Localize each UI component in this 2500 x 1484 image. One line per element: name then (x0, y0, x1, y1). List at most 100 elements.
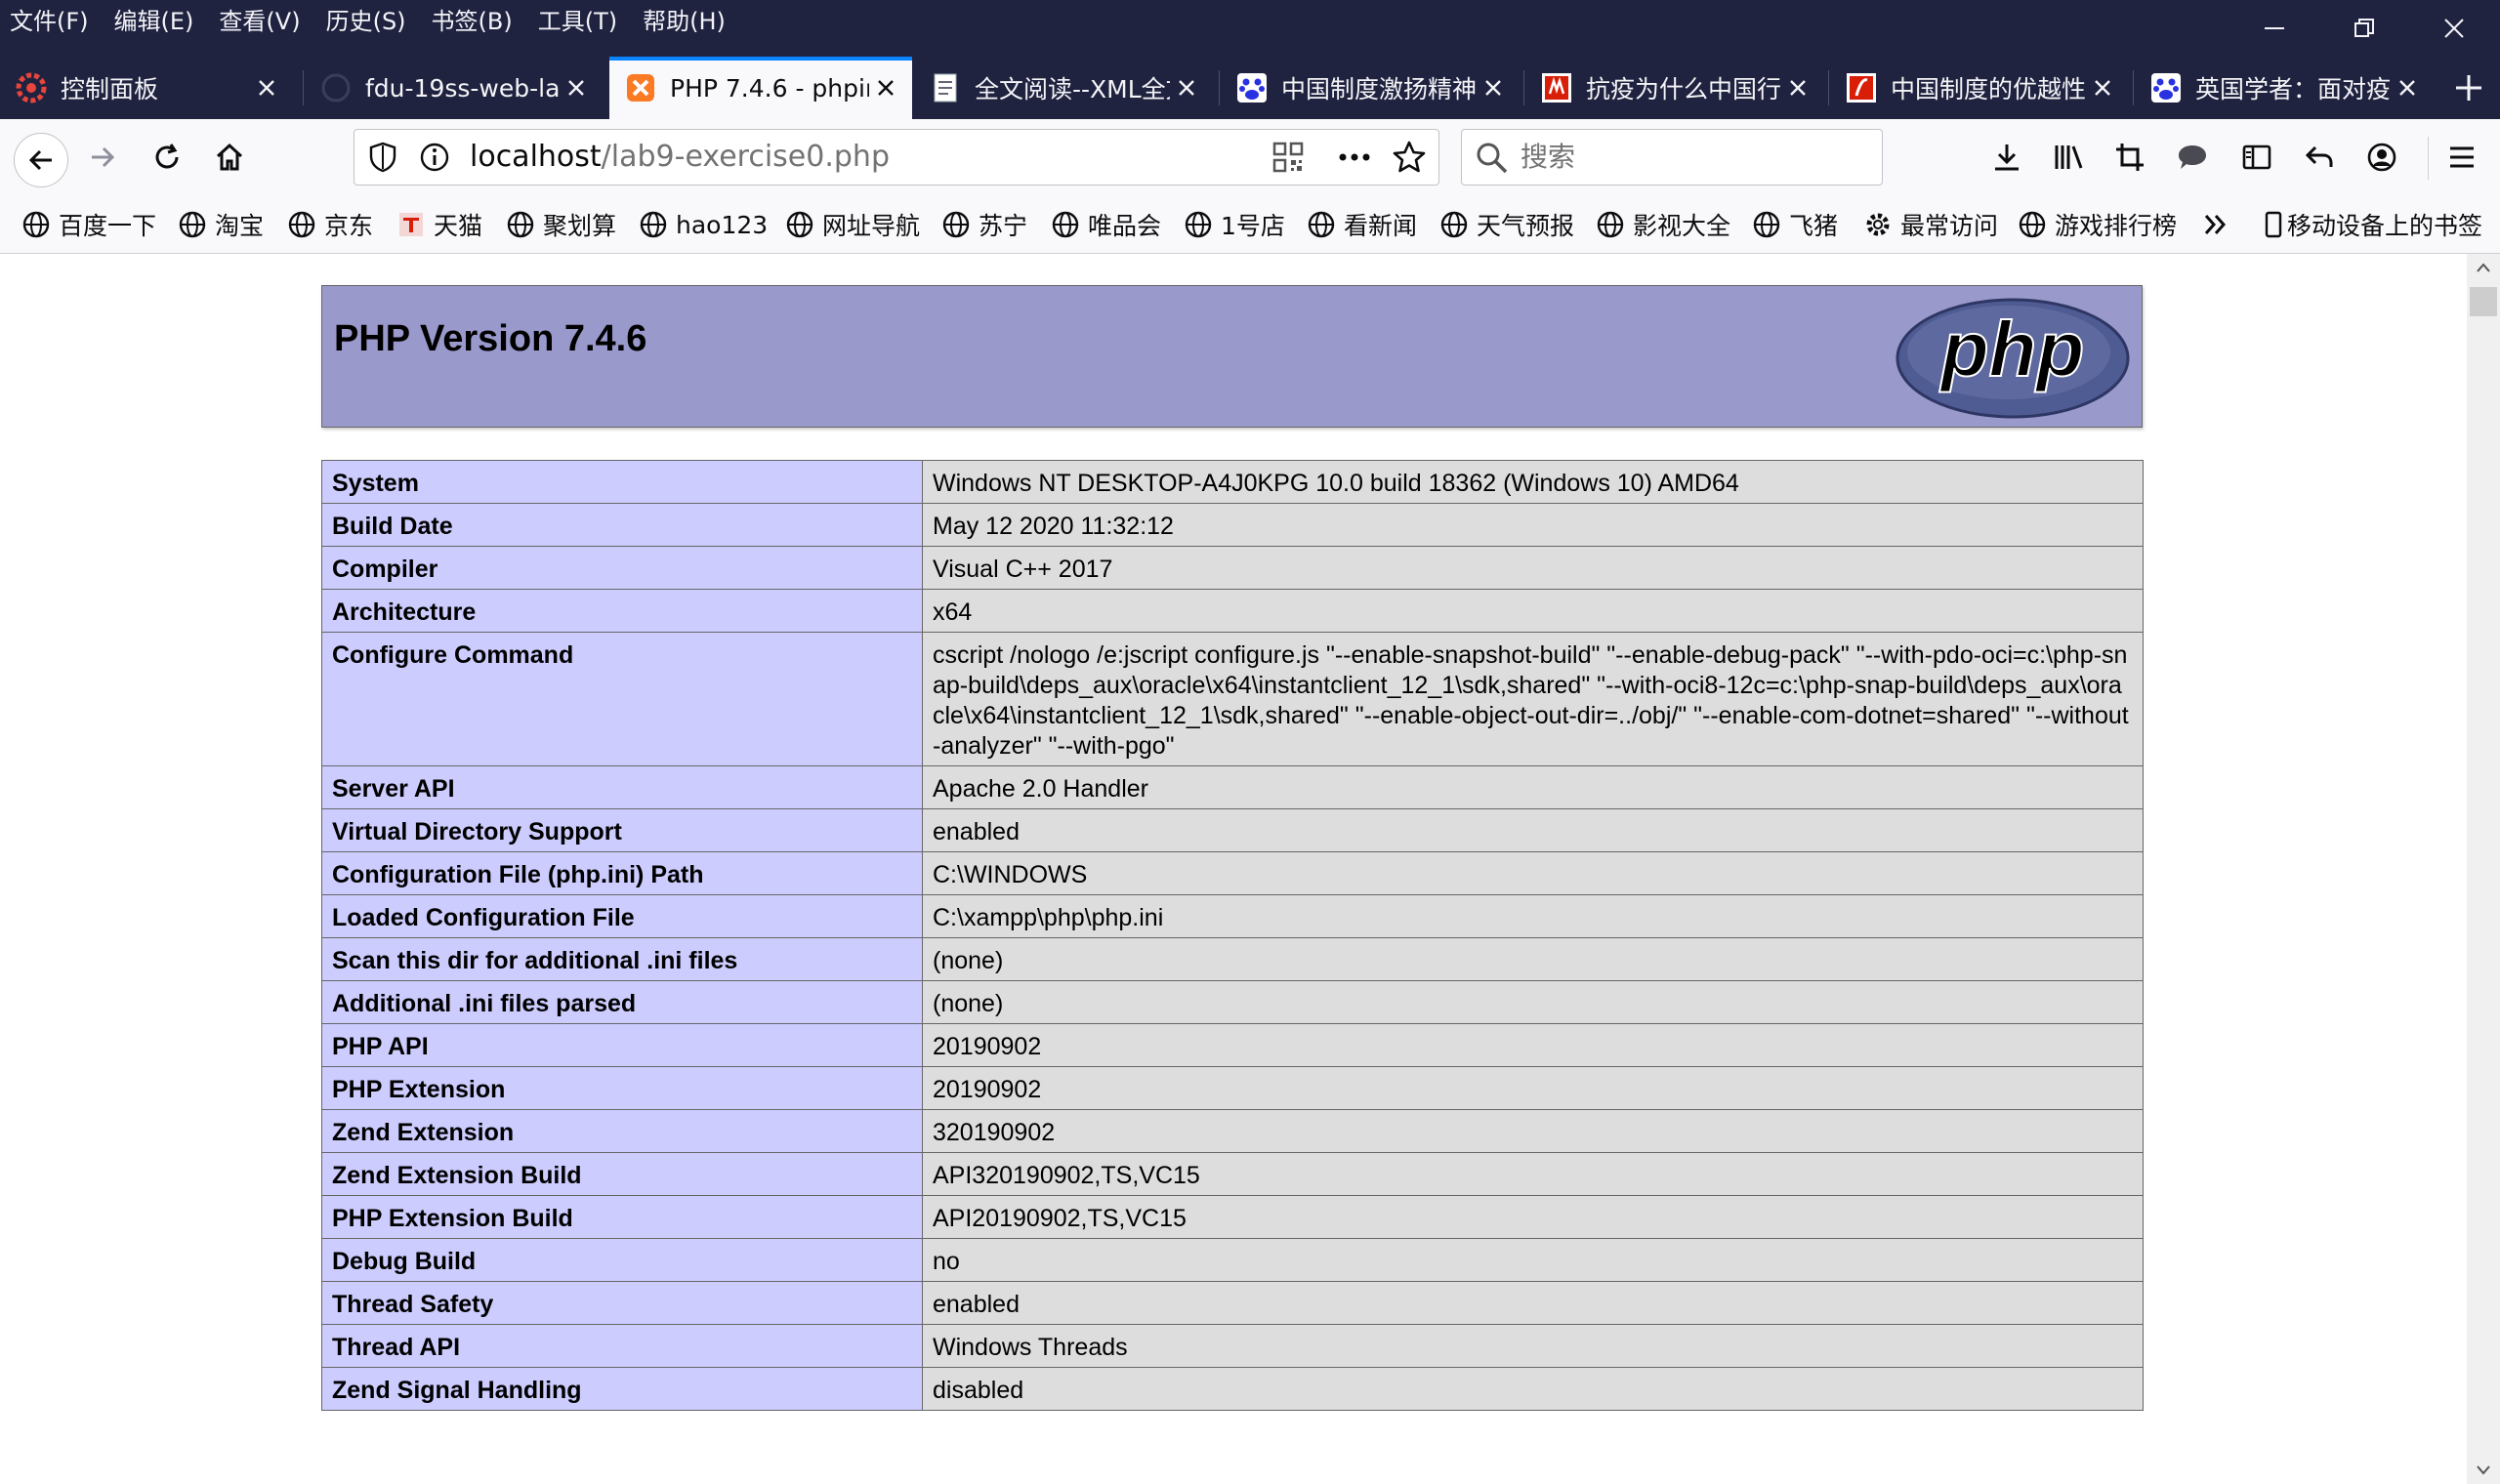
nav-toolbar: localhost/lab9-exercise0.php 搜索 (0, 119, 2500, 195)
xampp-icon (625, 72, 656, 103)
sidebar-icon (2242, 144, 2271, 170)
shield-icon[interactable] (368, 142, 397, 177)
tab-anti-epidemic[interactable]: 抗疫为什么中国行 (1525, 57, 1824, 119)
tab-british-scholar[interactable]: 英国学者：面对疫情 (2135, 57, 2434, 119)
bookmark-item[interactable]: 聚划算 (506, 195, 616, 254)
scrollbar-thumb[interactable] (2470, 287, 2497, 316)
bookmarks-toolbar: 百度一下 淘宝 京东 天猫 聚划算 hao123 网址导航 苏宁 唯品会 1号店… (0, 195, 2500, 254)
info-icon[interactable] (419, 142, 450, 177)
globe-icon (1307, 210, 1336, 239)
tab-xml-fulltext[interactable]: 全文阅读--XML全文 (914, 57, 1213, 119)
setting-value: C:\xampp\php\php.ini (922, 894, 2144, 938)
bookmark-label: 游戏排行榜 (2055, 212, 2178, 240)
menu-bookmarks[interactable]: 书签(B) (432, 2, 513, 36)
downloads-button[interactable] (1982, 133, 2031, 182)
bookmark-item[interactable]: 1号店 (1184, 195, 1285, 254)
table-row: Additional .ini files parsed (none) (321, 980, 2144, 1024)
bookmark-item[interactable]: 天猫 (396, 195, 482, 254)
menu-view[interactable]: 查看(V) (219, 2, 300, 36)
tab-separator (1828, 70, 1829, 105)
baidu-paw-icon (1236, 72, 1268, 103)
setting-name: PHP Extension Build (321, 1195, 923, 1239)
bookmark-item[interactable]: 飞猪 (1752, 195, 1838, 254)
table-row: Server API Apache 2.0 Handler (321, 765, 2144, 809)
menu-history[interactable]: 历史(S) (326, 2, 406, 36)
globe-icon (287, 210, 316, 239)
chat-button[interactable] (2168, 133, 2217, 182)
minimize-button[interactable] (2230, 0, 2318, 57)
url-bar[interactable]: localhost/lab9-exercise0.php (354, 129, 1439, 186)
tab-close-icon[interactable] (1781, 71, 1814, 104)
tab-close-icon[interactable] (560, 71, 593, 104)
tab-github[interactable]: fdu-19ss-web-lab (305, 57, 603, 119)
bookmark-item[interactable]: 京东 (287, 195, 373, 254)
tab-title: 中国制度激扬精神 (1281, 75, 1477, 103)
app-menu-button[interactable] (2438, 133, 2486, 182)
home-button[interactable] (205, 133, 254, 182)
new-tab-button[interactable] (2438, 57, 2500, 119)
menu-help[interactable]: 帮助(H) (643, 2, 726, 36)
tab-china-system-spirit[interactable]: 中国制度激扬精神 (1221, 57, 1520, 119)
php-version-header: PHP Version 7.4.6 php (321, 285, 2143, 428)
menu-edit[interactable]: 编辑(E) (114, 2, 194, 36)
menu-tools[interactable]: 工具(T) (538, 2, 617, 36)
tab-separator (2133, 70, 2134, 105)
bookmark-item[interactable]: 最常访问 (1863, 195, 1998, 254)
qr-code-icon[interactable] (1272, 142, 1304, 177)
bookmark-item[interactable]: hao123 (639, 195, 768, 254)
tab-close-icon[interactable] (1477, 71, 1510, 104)
reload-button[interactable] (143, 133, 191, 182)
url-text[interactable]: localhost/lab9-exercise0.php (470, 130, 890, 185)
table-row: Thread API Windows Threads (321, 1324, 2144, 1368)
tab-title: fdu-19ss-web-lab (365, 73, 560, 103)
php-info-table: System Windows NT DESKTOP-A4J0KPG 10.0 bu… (321, 460, 2144, 1411)
bookmark-label: 天气预报 (1477, 212, 1575, 240)
close-window-button[interactable] (2410, 0, 2498, 57)
tab-close-icon[interactable] (869, 71, 902, 104)
vertical-scrollbar[interactable] (2467, 254, 2500, 1484)
bookmark-item[interactable]: 网址导航 (785, 195, 920, 254)
tab-close-icon[interactable] (2086, 71, 2119, 104)
tab-phpinfo[interactable]: PHP 7.4.6 - phpinfo() (609, 57, 912, 119)
account-button[interactable] (2357, 133, 2406, 182)
page-actions-icon[interactable] (1337, 142, 1372, 177)
tab-title: 中国制度的优越性 (1891, 75, 2086, 103)
scroll-down-icon[interactable] (2476, 1464, 2491, 1476)
tab-close-icon[interactable] (1170, 71, 1203, 104)
bookmark-item[interactable]: 百度一下 (21, 195, 156, 254)
tab-control-panel[interactable]: 控制面板 (0, 57, 293, 119)
table-row: Build Date May 12 2020 11:32:12 (321, 503, 2144, 547)
bookmark-item[interactable]: 游戏排行榜 (2018, 195, 2177, 254)
undo-button[interactable] (2295, 133, 2344, 182)
plus-icon (2456, 75, 2481, 101)
tab-title: 全文阅读--XML全文 (975, 75, 1170, 103)
table-row: PHP Extension Build API20190902,TS,VC15 (321, 1195, 2144, 1239)
tab-system-superiority[interactable]: 中国制度的优越性 (1830, 57, 2129, 119)
bookmark-item[interactable]: 看新闻 (1307, 195, 1417, 254)
bookmark-item[interactable]: 唯品会 (1051, 195, 1161, 254)
tab-close-icon[interactable] (2391, 71, 2424, 104)
search-input[interactable]: 搜索 (1461, 129, 1883, 186)
setting-value: 20190902 (922, 1066, 2144, 1110)
red-logo-icon (1846, 72, 1877, 103)
mobile-bookmarks-folder[interactable]: 移动设备上的书签 (2264, 195, 2482, 254)
forward-button[interactable] (78, 133, 127, 182)
bookmarks-overflow-button[interactable] (2201, 195, 2238, 254)
back-button[interactable] (14, 133, 68, 187)
bookmark-item[interactable]: 苏宁 (941, 195, 1027, 254)
bookmark-item[interactable]: 天气预报 (1439, 195, 1574, 254)
restore-button[interactable] (2320, 0, 2408, 57)
globe-icon (178, 210, 207, 239)
sidebar-button[interactable] (2232, 133, 2281, 182)
tab-close-icon[interactable] (250, 71, 283, 104)
bookmark-item[interactable]: 影视大全 (1596, 195, 1730, 254)
globe-icon (1439, 210, 1469, 239)
table-row: Compiler Visual C++ 2017 (321, 546, 2144, 590)
bookmark-item[interactable]: 淘宝 (178, 195, 264, 254)
screenshot-button[interactable] (2105, 133, 2154, 182)
url-host: localhost (470, 140, 602, 174)
library-button[interactable] (2045, 133, 2094, 182)
scroll-up-icon[interactable] (2476, 262, 2491, 273)
menu-file[interactable]: 文件(F) (10, 2, 89, 36)
bookmark-star-icon[interactable] (1392, 140, 1427, 179)
